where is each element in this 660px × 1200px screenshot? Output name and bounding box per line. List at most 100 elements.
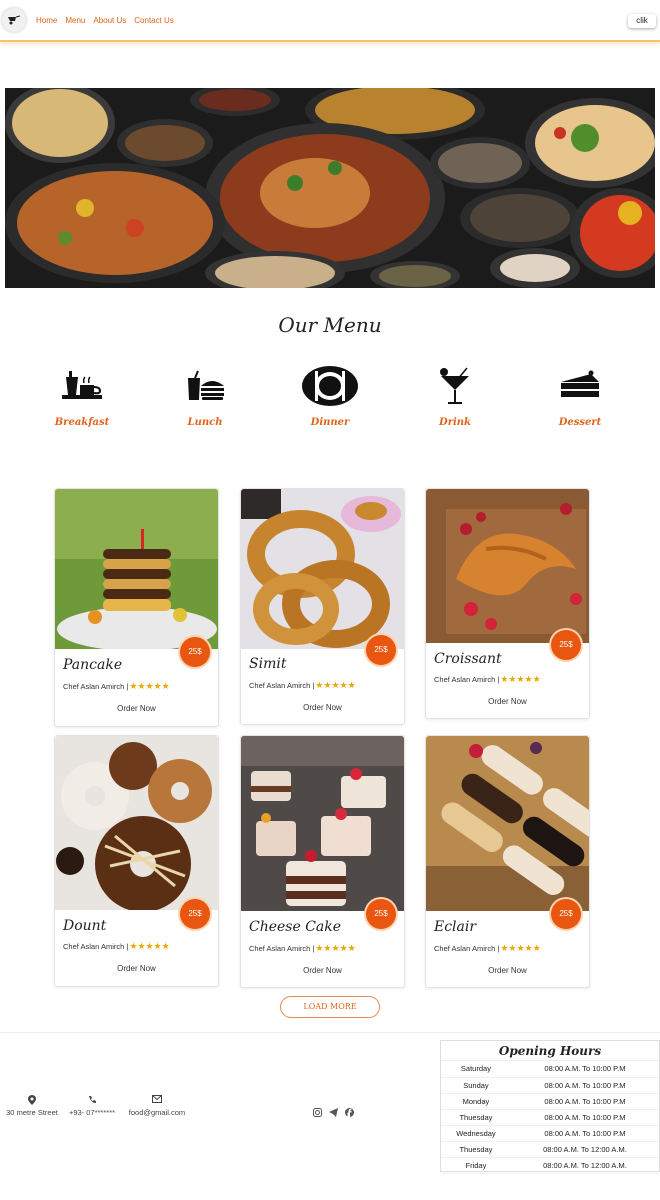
top-navbar: Home Menu About Us Contact Us clik [0,0,660,42]
email-text: food@gmail.com [128,1108,186,1117]
order-now-button[interactable]: Order Now [426,697,589,706]
chef-name: Chef Aslan Amirch | [63,682,129,691]
chef-line: Chef Aslan Amirch | ★★★★★ [63,941,170,952]
menu-card-croissant: 25$ Croissant Chef Aslan Amirch | ★★★★★ … [425,488,590,719]
footer-divider [0,1032,660,1033]
donut-image [55,736,218,910]
nav-contact-us[interactable]: Contact Us [134,16,174,25]
category-breakfast[interactable]: Breakfast [52,365,112,428]
address-text: 30 metre Street [6,1108,58,1117]
nav-menu-link[interactable]: Menu [65,16,85,25]
price-badge: 25$ [551,630,581,660]
cocktail-icon [425,365,485,407]
table-row: Sunday 08:00 A.M. To 10:00 P.M [441,1077,659,1094]
card-title: Croissant [434,651,502,667]
time-cell: 08:00 A.M. To 10:00 P.M [510,1093,659,1110]
day-cell: Saturday [441,1061,511,1078]
social-links [313,1104,354,1117]
rating-stars: ★★★★★ [500,943,541,953]
telegram-icon[interactable] [329,1104,338,1117]
category-drink[interactable]: Drink [425,365,485,428]
rating-stars: ★★★★★ [315,943,356,953]
day-cell: Thuesday [441,1141,511,1158]
chef-name: Chef Aslan Amirch | [434,944,500,953]
category-label: Dessert [558,417,602,428]
card-title: Dount [63,918,107,934]
day-cell: Monday [441,1093,511,1110]
chef-name: Chef Aslan Amirch | [63,942,129,951]
footer-phone: +93- 07******* [66,1095,118,1117]
time-cell: 08:00 A.M. To 12:00 A.M. [510,1157,659,1174]
opening-hours-title: Opening Hours [441,1041,659,1061]
table-row: Wednesday 08:00 A.M. To 10:00 P.M [441,1125,659,1142]
time-cell: 08:00 A.M. To 10:00 P.M [510,1125,659,1142]
card-title: Cheese Cake [249,919,342,935]
table-row: Thuesday 08:00 A.M. To 12:00 A.M. [441,1141,659,1158]
footer-address: 30 metre Street [4,1095,60,1117]
burger-icon [175,365,235,407]
opening-hours-panel: Opening Hours Saturday 08:00 A.M. To 10:0… [440,1040,660,1174]
wheelbarrow-logo-icon [8,15,21,25]
card-title: Pancake [63,657,123,673]
price-badge: 25$ [180,899,210,929]
order-now-button[interactable]: Order Now [55,964,218,973]
cake-slice-icon [550,365,610,407]
order-now-button[interactable]: Order Now [426,966,589,975]
chef-line: Chef Aslan Amirch | ★★★★★ [249,680,356,691]
order-now-button[interactable]: Order Now [241,703,404,712]
envelope-icon [124,1095,190,1105]
day-cell: Wednesday [441,1125,511,1142]
nav-about-us[interactable]: About Us [93,16,126,25]
price-badge: 25$ [551,899,581,929]
card-title: Simit [249,656,287,672]
clik-button[interactable]: clik [628,14,656,28]
table-row: Monday 08:00 A.M. To 10:00 P.M [441,1093,659,1110]
chef-name: Chef Aslan Amirch | [249,681,315,690]
table-row: Friday 08:00 A.M. To 12:00 A.M. [441,1157,659,1174]
price-badge: 25$ [366,899,396,929]
chef-line: Chef Aslan Amirch | ★★★★★ [249,943,356,954]
menu-card-cheese-cake: 25$ Cheese Cake Chef Aslan Amirch | ★★★★… [240,735,405,988]
time-cell: 08:00 A.M. To 10:00 P.M [510,1077,659,1094]
table-row: Thuesday 08:00 A.M. To 10:00 P.M [441,1109,659,1126]
footer-email: food@gmail.com [124,1095,190,1117]
order-now-button[interactable]: Order Now [55,704,218,713]
map-pin-icon [4,1095,60,1105]
pancake-image [55,489,218,649]
category-dinner[interactable]: Dinner [300,365,360,428]
nav-home[interactable]: Home [36,16,57,25]
order-now-button[interactable]: Order Now [241,966,404,975]
breakfast-icon [52,365,112,407]
category-label: Breakfast [54,417,110,428]
category-label: Lunch [187,417,223,428]
croissant-image [426,489,589,643]
facebook-icon[interactable] [345,1104,354,1117]
our-menu-title: Our Menu [278,313,382,337]
rating-stars: ★★★★★ [129,681,170,691]
time-cell: 08:00 A.M. To 10:00 P.M [510,1109,659,1126]
chef-line: Chef Aslan Amirch | ★★★★★ [434,943,541,954]
card-title: Eclair [434,919,477,935]
menu-card-pancake: 25$ Pancake Chef Aslan Amirch | ★★★★★ Or… [54,488,219,727]
time-cell: 08:00 A.M. To 10:00 P.M [510,1061,659,1078]
category-label: Dinner [310,417,350,428]
load-more-button[interactable]: LOAD MORE [280,996,380,1018]
eclair-image [426,736,589,911]
simit-image [241,489,404,649]
category-label: Drink [439,417,471,428]
instagram-icon[interactable] [313,1104,322,1117]
price-badge: 25$ [366,635,396,665]
chef-line: Chef Aslan Amirch | ★★★★★ [434,674,541,685]
category-lunch[interactable]: Lunch [175,365,235,428]
logo[interactable] [2,8,26,32]
day-cell: Friday [441,1157,511,1174]
time-cell: 08:00 A.M. To 12:00 A.M. [510,1141,659,1158]
phone-text: +93- 07******* [68,1108,116,1117]
menu-card-simit: 25$ Simit Chef Aslan Amirch | ★★★★★ Orde… [240,488,405,725]
chef-name: Chef Aslan Amirch | [434,675,500,684]
dinner-plate-icon [300,365,360,407]
menu-card-eclair: 25$ Eclair Chef Aslan Amirch | ★★★★★ Ord… [425,735,590,988]
chef-line: Chef Aslan Amirch | ★★★★★ [63,681,170,692]
day-cell: Thuesday [441,1109,511,1126]
category-dessert[interactable]: Dessert [550,365,610,428]
